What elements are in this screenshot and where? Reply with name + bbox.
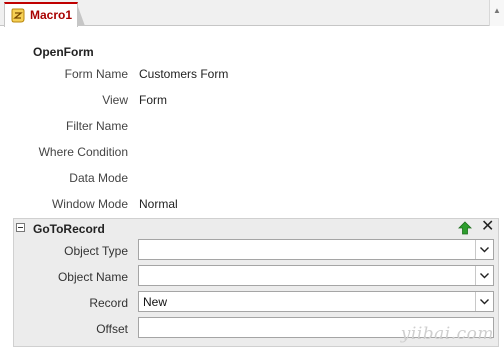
field-label-record: Record bbox=[89, 296, 128, 310]
openform-action-title[interactable]: OpenForm bbox=[33, 45, 94, 59]
macro-icon bbox=[11, 8, 25, 23]
watermark: yiibai.com bbox=[400, 324, 494, 344]
record-value: New bbox=[143, 295, 168, 309]
gotorecord-action-title[interactable]: GoToRecord bbox=[33, 222, 105, 236]
scroll-up-button[interactable]: ▲ bbox=[489, 0, 504, 26]
arg-label-data-mode: Data Mode bbox=[69, 171, 128, 185]
delete-x-icon[interactable]: ✕ bbox=[481, 217, 494, 237]
tab-title: Macro1 bbox=[30, 8, 73, 22]
tab-edge bbox=[77, 4, 85, 26]
arg-value-window-mode[interactable]: Normal bbox=[139, 197, 178, 211]
document-tab-strip: Macro1 ▲ bbox=[0, 0, 504, 27]
dropdown-chevron-icon[interactable] bbox=[475, 266, 493, 285]
collapse-toggle-icon[interactable] bbox=[16, 223, 25, 232]
object-type-dropdown[interactable] bbox=[138, 239, 494, 260]
dropdown-chevron-icon[interactable] bbox=[475, 240, 493, 259]
dropdown-chevron-icon[interactable] bbox=[475, 292, 493, 311]
arg-label-filter-name: Filter Name bbox=[65, 119, 128, 133]
tab-macro1[interactable]: Macro1 bbox=[4, 2, 78, 27]
field-label-object-name: Object Name bbox=[57, 270, 128, 284]
move-up-arrow-icon[interactable] bbox=[458, 221, 472, 235]
record-dropdown[interactable]: New bbox=[138, 291, 494, 312]
arg-value-view[interactable]: Form bbox=[139, 93, 167, 107]
arg-label-window-mode: Window Mode bbox=[51, 197, 128, 211]
field-label-offset: Offset bbox=[96, 322, 128, 336]
object-name-dropdown[interactable] bbox=[138, 265, 494, 286]
field-label-object-type: Object Type bbox=[64, 244, 128, 258]
arg-label-view: View bbox=[102, 93, 128, 107]
arg-value-form-name[interactable]: Customers Form bbox=[139, 67, 228, 81]
arg-label-where-condition: Where Condition bbox=[38, 145, 128, 159]
arg-label-form-name: Form Name bbox=[64, 67, 128, 81]
